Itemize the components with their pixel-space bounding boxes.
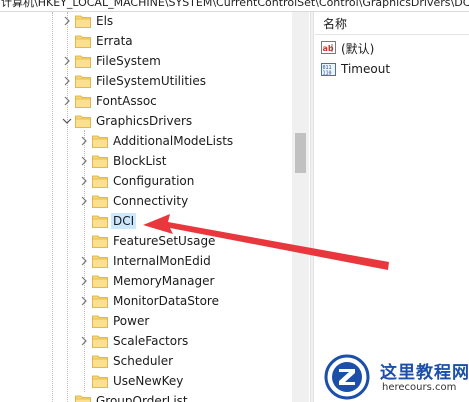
watermark: 这里教程网 herecours.com <box>322 352 469 402</box>
watermark-logo-icon <box>324 354 370 400</box>
watermark-title: 这里教程网 <box>380 363 469 383</box>
annotation-arrow <box>143 214 389 270</box>
watermark-url: herecours.com <box>382 382 457 393</box>
